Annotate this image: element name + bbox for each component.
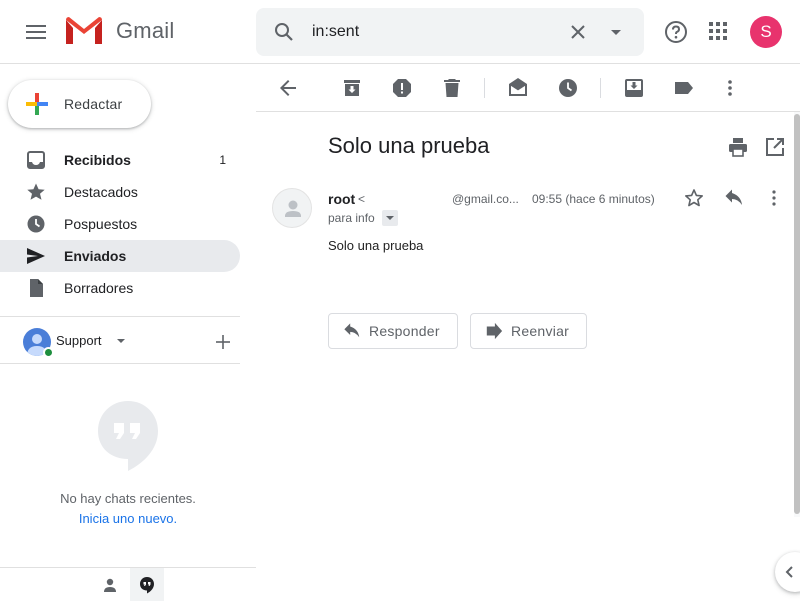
- hangouts-icon: [140, 576, 154, 593]
- report-spam-icon[interactable]: [390, 76, 414, 100]
- reply-icon[interactable]: [724, 188, 744, 208]
- back-arrow-icon[interactable]: [276, 76, 300, 100]
- no-chats-text: No hay chats recientes.: [60, 491, 196, 506]
- forward-button[interactable]: Reenviar: [470, 313, 587, 349]
- sidebar-item-starred[interactable]: Destacados: [0, 176, 240, 208]
- compose-label: Redactar: [64, 96, 123, 112]
- search-options-icon[interactable]: [604, 20, 628, 44]
- main-menu-icon[interactable]: [18, 16, 54, 48]
- search-icon[interactable]: [272, 20, 296, 44]
- sender-avatar[interactable]: [272, 188, 312, 228]
- toolbar-divider: [600, 78, 601, 98]
- sidebar-bottom-tabs: [0, 567, 256, 601]
- hangouts-quote-icon: [96, 399, 160, 471]
- sender-email-bracket: <: [358, 192, 366, 206]
- delete-icon[interactable]: [440, 76, 464, 100]
- sidebar-item-label: Enviados: [64, 248, 127, 264]
- add-chat-icon[interactable]: [215, 334, 231, 350]
- scrollbar-thumb[interactable]: [794, 114, 800, 514]
- gmail-m-icon: [66, 17, 102, 44]
- compose-button[interactable]: Redactar: [8, 80, 151, 128]
- unread-count: 1: [219, 153, 226, 167]
- draft-icon: [30, 279, 43, 297]
- clear-search-icon[interactable]: [566, 20, 590, 44]
- label-icon[interactable]: [672, 76, 696, 100]
- archive-icon[interactable]: [340, 76, 364, 100]
- sidebar-item-inbox[interactable]: Recibidos 1: [0, 144, 240, 176]
- forward-icon: [486, 322, 503, 340]
- search-bar: [256, 8, 644, 56]
- snooze-icon[interactable]: [556, 76, 580, 100]
- sidebar-item-label: Pospuestos: [64, 216, 138, 232]
- more-vert-icon[interactable]: [764, 188, 784, 208]
- star-outline-icon[interactable]: [684, 188, 704, 208]
- chevron-left-icon: [785, 566, 793, 578]
- clock-icon: [27, 215, 45, 233]
- apps-grid-icon[interactable]: [706, 19, 730, 43]
- contacts-tab[interactable]: [96, 568, 124, 601]
- sidebar-item-label: Destacados: [64, 184, 138, 200]
- reply-button-label: Responder: [369, 323, 440, 339]
- compose-plus-icon: [26, 93, 48, 115]
- sender-name[interactable]: root: [328, 191, 355, 207]
- person-icon: [104, 578, 116, 592]
- inbox-icon: [27, 151, 45, 169]
- message-body: Solo una prueba: [328, 238, 424, 253]
- sidebar-item-drafts[interactable]: Borradores: [0, 272, 240, 304]
- sidebar-item-label: Recibidos: [64, 152, 131, 168]
- sender-email: @gmail.co...: [452, 192, 519, 206]
- recipient-line: para info: [328, 211, 375, 225]
- hangouts-tab[interactable]: [130, 568, 164, 601]
- online-status-icon: [43, 347, 54, 358]
- mark-unread-icon[interactable]: [506, 76, 530, 100]
- chevron-down-icon[interactable]: [116, 338, 126, 344]
- more-vert-icon[interactable]: [718, 76, 742, 100]
- show-details-icon[interactable]: [382, 210, 398, 226]
- reply-icon: [344, 323, 360, 338]
- hangouts-account[interactable]: Support: [0, 319, 256, 363]
- open-new-window-icon[interactable]: [765, 137, 785, 157]
- sidebar-divider: [0, 316, 240, 317]
- hangouts-account-name: Support: [56, 333, 102, 348]
- star-icon: [27, 183, 45, 200]
- message-subject: Solo una prueba: [328, 133, 490, 158]
- sidebar-item-snoozed[interactable]: Pospuestos: [0, 208, 240, 240]
- side-panel-toggle[interactable]: [775, 552, 800, 592]
- app-name: Gmail: [116, 18, 175, 43]
- search-input[interactable]: [312, 22, 552, 42]
- toolbar-divider: [484, 78, 485, 98]
- move-to-icon[interactable]: [622, 76, 646, 100]
- sidebar-item-sent[interactable]: Enviados: [0, 240, 240, 272]
- gmail-logo[interactable]: Gmail: [64, 16, 174, 46]
- sidebar-item-label: Borradores: [64, 280, 134, 296]
- sidebar: Redactar Recibidos 1 Destacados Pospuest…: [0, 64, 256, 601]
- message-time: 09:55 (hace 6 minutos): [532, 192, 655, 206]
- top-header: Gmail S: [0, 0, 800, 64]
- help-icon[interactable]: [663, 19, 689, 45]
- forward-button-label: Reenviar: [511, 323, 570, 339]
- account-avatar[interactable]: S: [750, 16, 782, 48]
- reply-button[interactable]: Responder: [328, 313, 458, 349]
- message-toolbar: [256, 64, 800, 112]
- start-new-chat-link[interactable]: Inicia uno nuevo.: [0, 511, 256, 526]
- sidebar-divider: [0, 363, 240, 364]
- nav-list: Recibidos 1 Destacados Pospuestos Enviad…: [0, 144, 256, 316]
- hangouts-empty-state: No hay chats recientes. Inicia uno nuevo…: [0, 399, 256, 526]
- send-icon: [27, 248, 45, 264]
- print-icon[interactable]: [728, 137, 748, 157]
